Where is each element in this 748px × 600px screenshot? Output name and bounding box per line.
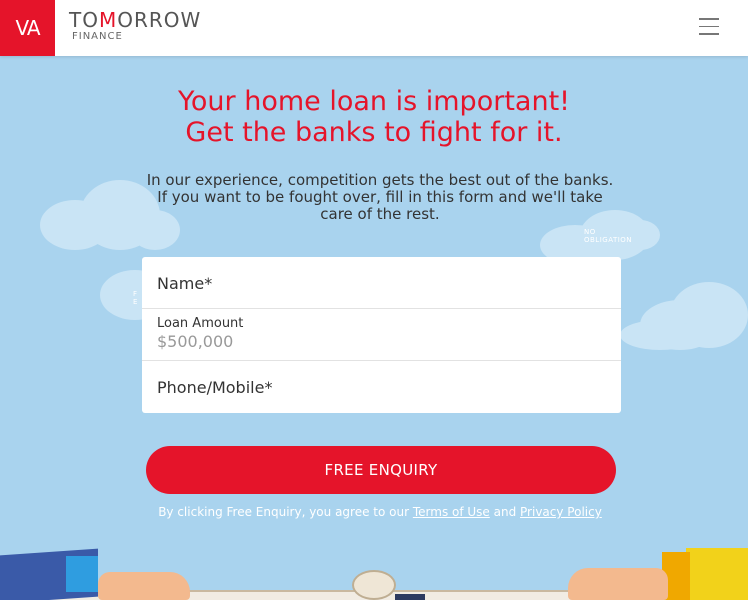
free-enquiry-button[interactable]: FREE ENQUIRY	[146, 446, 616, 494]
name-field[interactable]: Name*	[142, 257, 621, 309]
phone-placeholder: Phone/Mobile*	[157, 378, 273, 397]
no-obligation-badge: NO OBLIGATION	[584, 228, 633, 244]
privacy-link[interactable]: Privacy Policy	[520, 505, 602, 519]
loan-amount-label: Loan Amount	[157, 316, 244, 331]
page-title: Your home loan is important! Get the ban…	[0, 86, 748, 148]
loan-amount-field[interactable]: Loan Amount $500,000	[142, 309, 621, 361]
legal-text: By clicking Free Enquiry, you agree to o…	[158, 505, 602, 519]
top-header: VA TOMORROW FINANCE	[0, 0, 748, 56]
phone-field[interactable]: Phone/Mobile*	[142, 361, 621, 413]
terms-link[interactable]: Terms of Use	[413, 505, 490, 519]
enquiry-form: Name* Loan Amount $500,000 Phone/Mobile*	[142, 257, 621, 413]
left-badge: F E	[133, 290, 138, 306]
menu-icon[interactable]	[699, 18, 719, 36]
loan-amount-value: $500,000	[157, 332, 234, 351]
logo-mark[interactable]: VA	[0, 0, 55, 56]
name-placeholder: Name*	[157, 274, 213, 293]
headline-line-1: Your home loan is important!	[178, 86, 570, 117]
headline-line-2: Get the banks to fight for it.	[185, 117, 563, 148]
brand-subtitle: FINANCE	[72, 31, 123, 42]
brand-name: TOMORROW	[69, 8, 202, 32]
logo-mark-text: VA	[15, 16, 40, 40]
intro-text: In our experience, competition gets the …	[146, 171, 614, 223]
brand-logo[interactable]: TOMORROW FINANCE	[69, 9, 201, 43]
